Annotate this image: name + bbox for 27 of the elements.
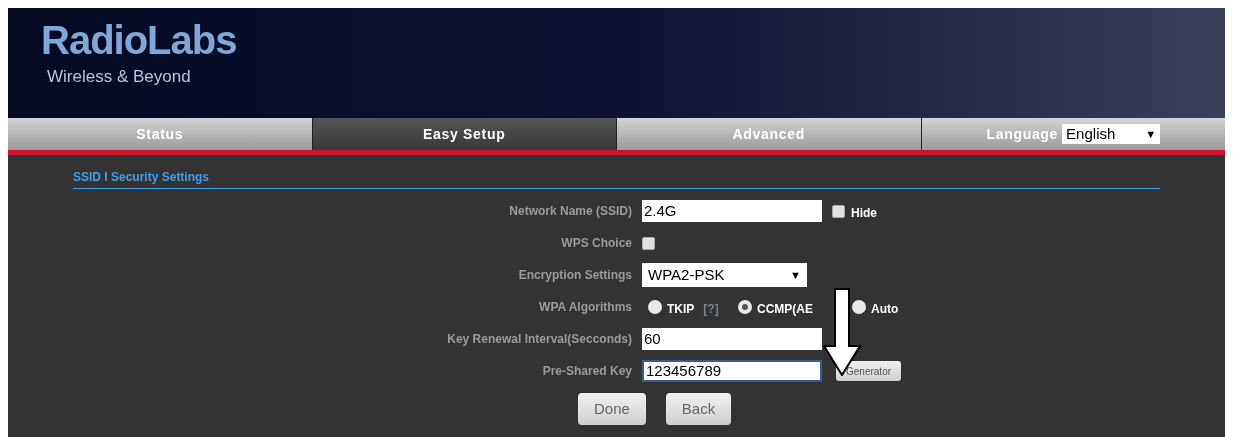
radio-button[interactable]	[738, 300, 752, 314]
input-field[interactable]: 2.4G	[642, 200, 822, 222]
action-button[interactable]: Back	[665, 393, 732, 425]
field-label: Pre-Shared Key	[542, 364, 632, 378]
radio-label: TKIP	[667, 300, 695, 318]
checkbox-label: Hide	[851, 205, 877, 222]
select-field[interactable]: WPA2-PSK ▼	[642, 263, 807, 287]
input-field[interactable]: 123456789	[642, 360, 822, 382]
radio-label: Auto	[871, 300, 899, 318]
section-title: SSID I Security Settings	[73, 170, 210, 184]
checkbox[interactable]	[832, 204, 845, 218]
field-label: Key Renewal Interval(Secconds)	[447, 332, 632, 346]
logo: RadioLabs	[41, 20, 238, 60]
field-label: WPA Algorithms	[539, 300, 632, 314]
radio-button[interactable]	[852, 300, 866, 314]
radio-label: CCMP(AE	[757, 300, 813, 318]
action-button[interactable]: Done	[578, 393, 646, 425]
nav-tab[interactable]: Easy Setup	[312, 118, 617, 150]
input-field[interactable]: 60	[642, 328, 822, 350]
radio-button[interactable]	[648, 300, 662, 314]
checkbox[interactable]	[642, 236, 655, 250]
field-label: WPS Choice	[561, 236, 632, 250]
field-label: Encryption Settings	[518, 268, 632, 282]
language-select[interactable]: English ▼	[1062, 124, 1161, 144]
tagline: Wireless & Beyond	[47, 66, 191, 88]
field-label: Network Name (SSID)	[509, 204, 632, 218]
language-label: Language	[986, 124, 1059, 144]
